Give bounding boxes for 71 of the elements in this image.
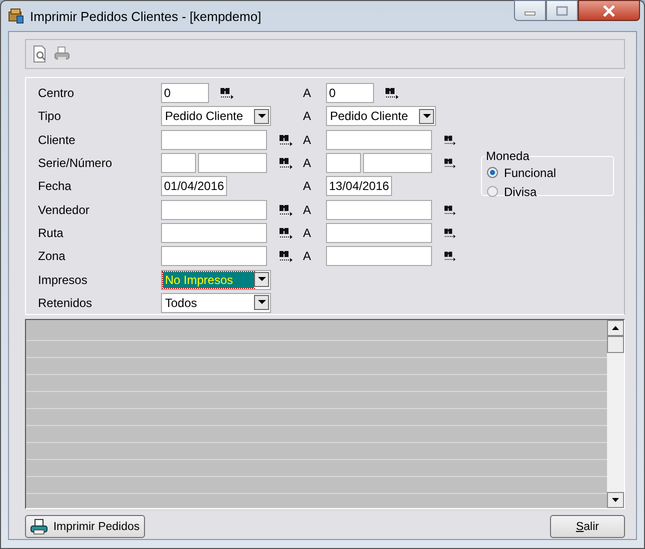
radio-button[interactable]: Divisa — [487, 182, 613, 201]
input-field[interactable] — [161, 222, 267, 243]
dropdown[interactable]: Todos — [161, 292, 271, 313]
input-field[interactable] — [198, 153, 267, 174]
dropdown[interactable]: Pedido Cliente — [326, 106, 436, 126]
field-label: Vendedor — [38, 202, 90, 217]
range-separator: A — [303, 132, 312, 147]
dropdown[interactable]: No Impresos — [161, 270, 271, 290]
range-separator: A — [303, 249, 312, 264]
input-field[interactable] — [161, 153, 196, 174]
field-label: Serie/Número — [38, 156, 114, 170]
printer-icon — [30, 518, 48, 534]
input-field[interactable] — [161, 130, 267, 150]
field-label: Tipo — [38, 109, 62, 124]
input-field[interactable] — [161, 200, 267, 220]
scrollbar-thumb[interactable] — [607, 336, 624, 353]
field-label: Ruta — [38, 226, 64, 240]
close-icon — [602, 4, 616, 16]
input-field[interactable] — [326, 222, 432, 243]
input-field[interactable] — [161, 246, 267, 266]
minimize-button[interactable] — [514, 0, 546, 21]
field-label: Retenidos — [38, 296, 94, 310]
field-label: Centro — [38, 86, 76, 100]
date-field[interactable]: 13/04/2016 — [326, 176, 392, 196]
binoculars-icon[interactable] — [220, 87, 234, 100]
binoculars-icon[interactable] — [444, 250, 456, 262]
binoculars-icon[interactable] — [444, 204, 456, 216]
maximize-button[interactable] — [546, 0, 578, 21]
binoculars-icon[interactable] — [279, 226, 293, 239]
binoculars-icon[interactable] — [279, 250, 293, 262]
range-separator: A — [303, 226, 312, 240]
input-field[interactable] — [326, 153, 361, 174]
binoculars-icon[interactable] — [279, 134, 293, 146]
down-arrow-icon — [612, 498, 619, 502]
maximize-icon — [556, 6, 568, 16]
input-field[interactable] — [326, 130, 432, 150]
exit-button[interactable]: Salir — [550, 515, 625, 538]
range-separator: A — [303, 86, 312, 100]
dropdown[interactable]: Pedido Cliente — [161, 106, 271, 126]
group-title: Moneda — [485, 149, 530, 163]
binoculars-icon[interactable] — [279, 157, 293, 170]
scrollbar[interactable] — [607, 320, 624, 508]
range-separator: A — [303, 109, 312, 124]
field-label: Cliente — [38, 132, 76, 147]
binoculars-icon[interactable] — [444, 157, 456, 170]
printer-icon[interactable] — [54, 46, 70, 62]
print-preview-icon[interactable] — [32, 45, 48, 63]
range-separator: A — [303, 179, 312, 194]
print-orders-button[interactable]: Imprimir Pedidos — [25, 515, 145, 538]
input-field[interactable]: 0 — [326, 83, 374, 104]
app-icon — [8, 8, 24, 24]
range-separator: A — [303, 202, 312, 217]
radio-button[interactable]: Funcional — [487, 163, 613, 182]
binoculars-icon[interactable] — [444, 134, 456, 146]
binoculars-icon[interactable] — [279, 204, 293, 216]
window-title: Imprimir Pedidos Clientes - [kempdemo] — [30, 8, 262, 24]
field-label: Fecha — [38, 179, 72, 194]
up-arrow-icon — [612, 326, 619, 330]
binoculars-icon[interactable] — [444, 226, 456, 239]
close-button[interactable] — [578, 0, 640, 21]
input-field[interactable] — [363, 153, 432, 174]
range-separator: A — [303, 156, 312, 170]
scroll-up-button[interactable] — [607, 320, 624, 336]
input-field[interactable] — [326, 200, 432, 220]
date-field[interactable]: 01/04/2016 — [161, 176, 227, 196]
field-label: Impresos — [38, 272, 88, 287]
input-field[interactable] — [326, 246, 432, 266]
scroll-down-button[interactable] — [607, 492, 624, 508]
binoculars-icon[interactable] — [385, 87, 399, 100]
field-label: Zona — [38, 249, 66, 264]
input-field[interactable]: 0 — [161, 83, 209, 104]
